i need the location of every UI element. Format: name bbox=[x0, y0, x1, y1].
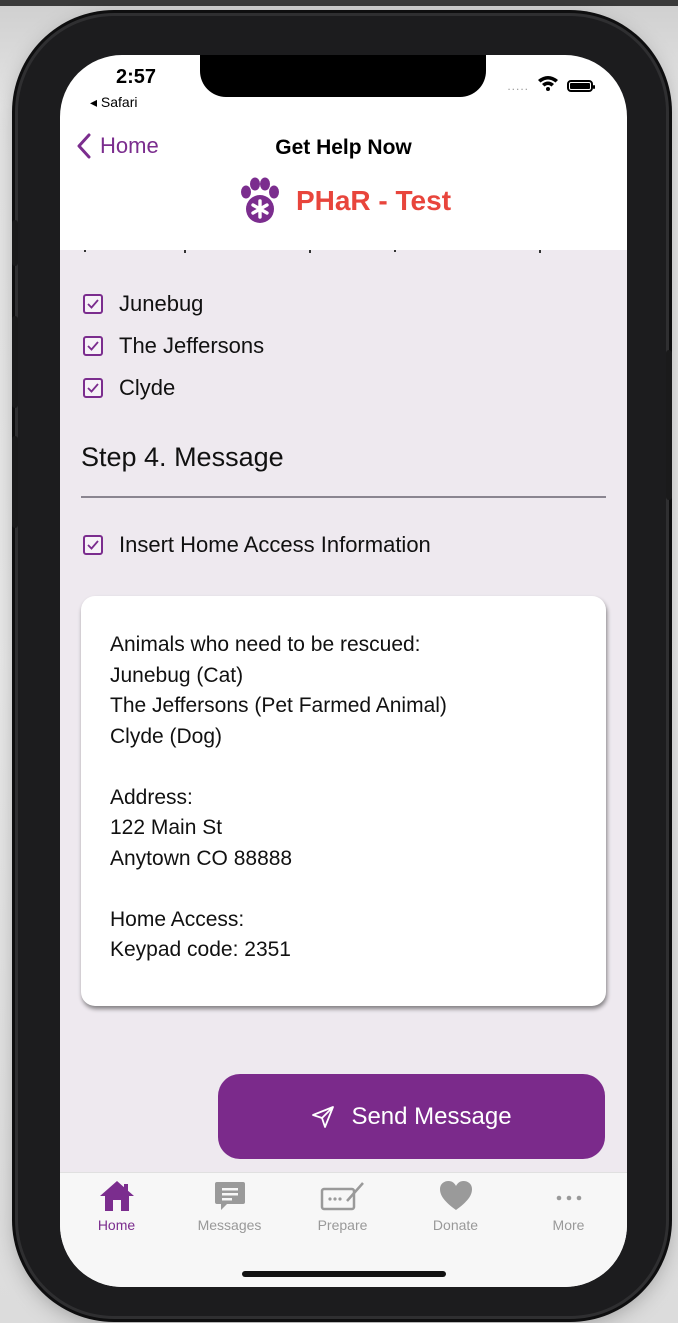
notch bbox=[200, 55, 486, 97]
signal-dots: ..... bbox=[507, 78, 529, 93]
step-4-heading: Step 4. Message bbox=[81, 442, 284, 472]
animal-label: The Jeffersons bbox=[119, 333, 265, 358]
animal-checkbox-row[interactable]: Clyde bbox=[83, 375, 175, 401]
tab-more[interactable]: More bbox=[512, 1179, 625, 1233]
message-body[interactable]: Animals who need to be rescued: Junebug … bbox=[110, 630, 447, 966]
send-message-button[interactable]: Send Message bbox=[218, 1074, 605, 1159]
side-button-volume-up bbox=[12, 316, 18, 408]
status-indicators: ..... bbox=[507, 75, 595, 96]
tab-prepare[interactable]: Prepare bbox=[286, 1179, 399, 1233]
message-line: Home Access: bbox=[110, 907, 245, 931]
message-line bbox=[110, 874, 447, 905]
tab-donate[interactable]: Donate bbox=[399, 1179, 512, 1233]
main-content: Junebug The Jeffersons Clyde Step 4. Mes… bbox=[60, 250, 627, 1172]
animal-label: Junebug bbox=[119, 291, 204, 316]
clipped-text-remnant bbox=[84, 250, 541, 253]
brand-header: PHaR - Test bbox=[60, 177, 627, 225]
message-line: 122 Main St bbox=[110, 816, 223, 839]
checkbox-checked-icon[interactable] bbox=[83, 535, 103, 555]
top-edge-bar bbox=[0, 0, 678, 6]
messages-icon bbox=[214, 1182, 245, 1210]
message-line: Junebug (Cat) bbox=[110, 663, 244, 687]
send-message-label: Send Message bbox=[351, 1102, 512, 1130]
tab-label: Donate bbox=[432, 1217, 479, 1233]
back-to-safari-link[interactable]: ◂ Safari bbox=[90, 94, 138, 111]
prepare-icon bbox=[320, 1182, 364, 1211]
insert-home-access-row[interactable]: Insert Home Access Information bbox=[83, 532, 431, 558]
section-divider bbox=[81, 496, 606, 498]
message-textbox[interactable]: Animals who need to be rescued: Junebug … bbox=[81, 596, 606, 1006]
tab-label: More bbox=[552, 1217, 585, 1233]
brand-name: PHaR - Test bbox=[295, 185, 452, 216]
heart-icon bbox=[439, 1181, 472, 1210]
navigation-bar: Home Get Help Now PHaR - Test bbox=[60, 125, 627, 250]
tab-bar: Home Messages Prepare Donate More bbox=[60, 1172, 627, 1287]
tab-messages[interactable]: Messages bbox=[173, 1179, 286, 1233]
phone-screen: 2:57 ◂ Safari ..... Home Get Help Now PH… bbox=[60, 55, 627, 1287]
message-line: The Jeffersons (Pet Farmed Animal) bbox=[110, 694, 447, 717]
checkbox-checked-icon[interactable] bbox=[83, 378, 103, 398]
more-icon bbox=[556, 1195, 581, 1201]
animal-checkbox-row[interactable]: Junebug bbox=[83, 291, 203, 317]
side-button-mute bbox=[12, 220, 18, 266]
message-line: Address: bbox=[110, 785, 193, 809]
animal-checkbox-row[interactable]: The Jeffersons bbox=[83, 333, 264, 359]
message-line: Keypad code: 2351 bbox=[110, 938, 291, 961]
checkbox-checked-icon[interactable] bbox=[83, 294, 103, 314]
tab-label: Messages bbox=[197, 1217, 262, 1233]
status-time: 2:57 bbox=[116, 66, 157, 88]
checkbox-checked-icon[interactable] bbox=[83, 336, 103, 356]
insert-home-access-label: Insert Home Access Information bbox=[119, 532, 431, 557]
side-button-power bbox=[666, 350, 672, 500]
tab-home[interactable]: Home bbox=[60, 1179, 173, 1233]
tab-label: Home bbox=[97, 1217, 136, 1233]
animal-label: Clyde bbox=[119, 375, 176, 400]
paw-logo-icon bbox=[240, 177, 279, 223]
home-icon bbox=[99, 1181, 134, 1211]
tab-label: Prepare bbox=[317, 1217, 368, 1233]
send-icon bbox=[312, 1105, 335, 1128]
message-line: Anytown CO 88888 bbox=[110, 846, 293, 870]
page-title: Get Help Now bbox=[275, 136, 412, 159]
message-line: Clyde (Dog) bbox=[110, 724, 223, 748]
wifi-icon bbox=[537, 75, 559, 96]
side-button-volume-down bbox=[12, 436, 18, 528]
message-line bbox=[110, 752, 447, 783]
home-indicator[interactable] bbox=[242, 1271, 446, 1277]
battery-icon bbox=[567, 79, 595, 92]
message-line: Animals who need to be rescued: bbox=[110, 633, 421, 656]
